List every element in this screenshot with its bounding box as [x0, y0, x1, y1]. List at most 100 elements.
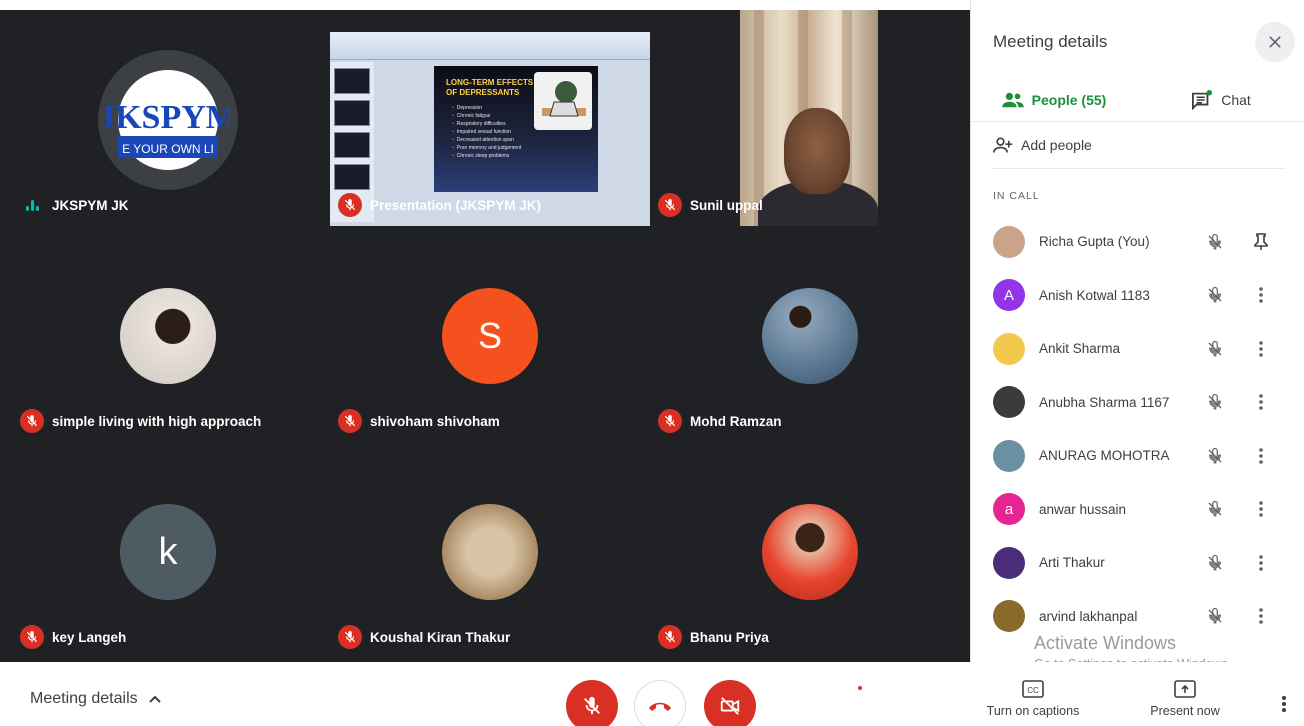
more-vert-icon [1259, 394, 1263, 411]
participant-row-name: Anubha Sharma 1167 [1039, 394, 1170, 410]
microphone-toggle-button[interactable] [566, 680, 618, 726]
section-divider [991, 168, 1285, 169]
more-vert-icon [1259, 554, 1263, 571]
participant-avatar [993, 600, 1025, 633]
participant-more-button[interactable] [1249, 390, 1273, 414]
participant-tile-shivoham[interactable]: S shivoham shivoham [330, 226, 650, 442]
meeting-details-toggle[interactable]: Meeting details [30, 690, 162, 708]
more-vert-icon [1259, 287, 1263, 304]
participant-name: key Langeh [52, 629, 127, 645]
tab-people[interactable]: People (55) [971, 80, 1137, 120]
participant-row[interactable]: Richa Gupta (You) [971, 215, 1304, 269]
participant-more-button[interactable] [1249, 551, 1273, 575]
initial-avatar: S [442, 288, 538, 384]
jkspym-logo-avatar: JKSPYM E YOUR OWN LI [98, 50, 238, 190]
participant-photo-avatar [762, 504, 858, 600]
participant-tile-bhanu-priya[interactable]: Bhanu Priya [650, 442, 970, 658]
turn-on-captions-button[interactable]: CC Turn on captions [980, 680, 1086, 718]
participant-more-button[interactable] [1249, 604, 1273, 628]
participant-more-button[interactable] [1249, 337, 1273, 361]
mic-off-icon [338, 409, 362, 433]
pin-icon [1254, 232, 1268, 250]
in-call-heading: IN CALL [993, 190, 1040, 202]
logo-text-top: JKSPYM [106, 99, 230, 136]
participant-more-button[interactable] [1249, 283, 1273, 307]
captions-label: Turn on captions [986, 704, 1080, 718]
camera-toggle-button[interactable] [704, 680, 756, 726]
participant-list: Richa Gupta (You) A Anish Kotwal 1183 Ankit… [971, 215, 1304, 643]
speaking-indicator-icon [20, 199, 44, 211]
tab-chat[interactable]: Chat [1137, 80, 1304, 120]
participant-name: simple living with high approach [52, 413, 262, 429]
mic-off-icon [584, 696, 600, 715]
participant-tile-simple-living[interactable]: simple living with high approach [8, 226, 328, 442]
camera-off-icon [720, 697, 740, 715]
current-slide: LONG-TERM EFFECTS OF DEPRESSANTS Depress… [434, 66, 598, 192]
participant-tile-jkspym[interactable]: JKSPYM E YOUR OWN LI JKSPYM JK [8, 10, 328, 226]
participant-name: Presentation (JKSPYM JK) [370, 197, 542, 213]
more-vert-icon [1259, 340, 1263, 357]
participant-avatar [993, 332, 1025, 365]
participant-tile-presentation[interactable]: LONG-TERM EFFECTS OF DEPRESSANTS Depress… [330, 10, 650, 226]
panel-title: Meeting details [993, 32, 1108, 51]
participant-tile-key-langeh[interactable]: k key Langeh [8, 442, 328, 658]
hang-up-icon [649, 702, 671, 711]
mic-off-icon [338, 625, 362, 649]
mic-off-icon [1203, 283, 1227, 307]
mic-off-icon [20, 625, 44, 649]
participant-row-name: arvind lakhanpal [1039, 608, 1138, 624]
participant-tile-mohd-ramzan[interactable]: Mohd Ramzan [650, 226, 970, 442]
leave-call-button[interactable] [634, 680, 686, 726]
chevron-up-icon [148, 695, 161, 703]
add-people-label: Add people [1021, 137, 1092, 153]
participant-photo-avatar [762, 288, 858, 384]
more-vert-icon [1259, 501, 1263, 518]
participant-name: Bhanu Priya [690, 629, 769, 645]
tile-name-tag: Bhanu Priya [658, 624, 769, 650]
mic-off-icon [338, 193, 362, 217]
pin-button[interactable] [1249, 230, 1273, 254]
participant-photo-avatar [442, 504, 538, 600]
call-controls-bar: Meeting details CC Turn on captions Pres… [0, 662, 1304, 726]
participant-tile-koushal[interactable]: Koushal Kiran Thakur [330, 442, 650, 658]
participant-row[interactable]: ANURAG MOHOTRA [971, 429, 1304, 483]
present-label: Present now [1150, 704, 1220, 718]
initial-avatar: k [120, 504, 216, 600]
meeting-details-label: Meeting details [30, 690, 138, 707]
mic-off-icon [658, 193, 682, 217]
participant-row[interactable]: A Anish Kotwal 1183 [971, 269, 1304, 323]
add-people-button[interactable]: Add people [993, 132, 1092, 158]
tile-name-tag: Presentation (JKSPYM JK) [338, 192, 541, 218]
more-vert-icon [1282, 696, 1286, 712]
participant-row-name: anwar hussain [1039, 501, 1127, 517]
mic-off-icon [1203, 444, 1227, 468]
meet-window: JKSPYM E YOUR OWN LI JKSPYM JK LONG-TERM… [0, 0, 1304, 726]
tile-name-tag: Koushal Kiran Thakur [338, 624, 510, 650]
participant-name: JKSPYM JK [52, 197, 129, 213]
mic-off-icon [1203, 390, 1227, 414]
participant-photo-avatar [120, 288, 216, 384]
participant-name: Sunil uppal [690, 197, 763, 213]
participant-row-name: Richa Gupta (You) [1039, 234, 1150, 250]
participant-name: Koushal Kiran Thakur [370, 629, 511, 645]
participant-row[interactable]: Ankit Sharma [971, 322, 1304, 376]
mic-off-icon [658, 625, 682, 649]
participant-row[interactable]: arvind lakhanpal [971, 590, 1304, 644]
close-panel-button[interactable] [1255, 22, 1295, 62]
participant-row[interactable]: a anwar hussain [971, 483, 1304, 537]
people-icon [1001, 92, 1024, 108]
participant-row[interactable]: Anubha Sharma 1167 [971, 376, 1304, 430]
participant-more-button[interactable] [1249, 444, 1273, 468]
tile-name-tag: Sunil uppal [658, 192, 763, 218]
participant-more-button[interactable] [1249, 497, 1273, 521]
mic-off-icon [1203, 551, 1227, 575]
participant-tile-sunil[interactable]: Sunil uppal [650, 10, 970, 226]
more-options-button[interactable] [1274, 692, 1294, 716]
tile-name-tag: simple living with high approach [20, 408, 261, 434]
participant-row[interactable]: Arti Thakur [971, 536, 1304, 590]
tab-divider [971, 121, 1304, 122]
mic-off-icon [1203, 337, 1227, 361]
participant-avatar [993, 439, 1025, 472]
present-now-button[interactable]: Present now [1140, 680, 1230, 718]
mic-off-icon [1203, 604, 1227, 628]
